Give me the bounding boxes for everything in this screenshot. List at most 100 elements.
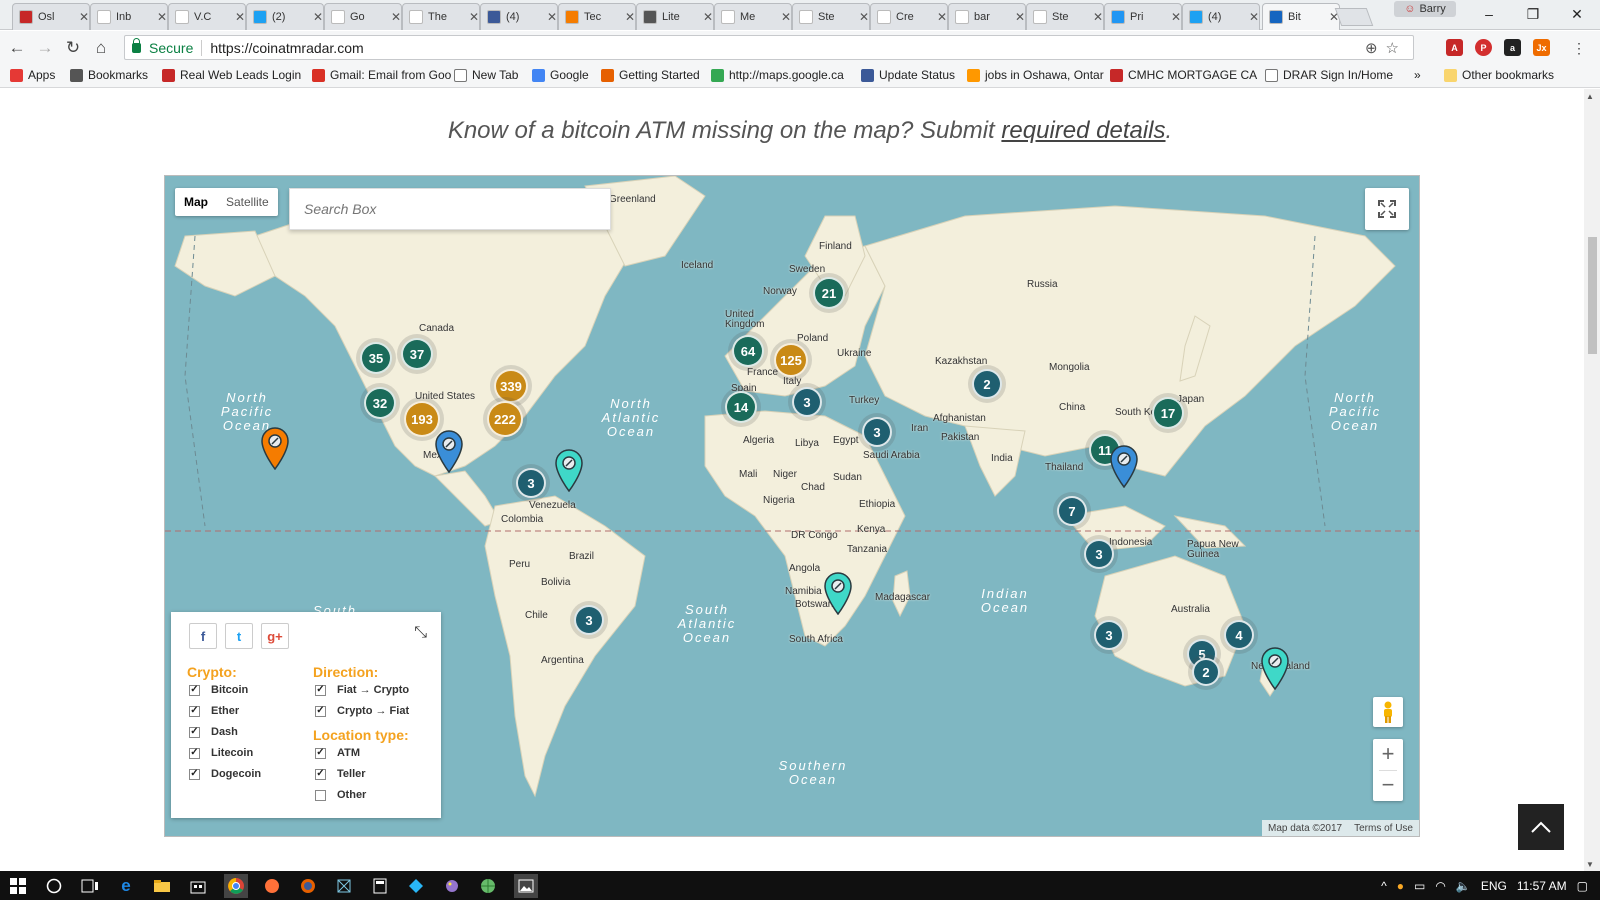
checkbox[interactable]: ✓ — [315, 705, 326, 717]
bookmark-item[interactable]: Getting Started — [601, 68, 700, 82]
tab-close-icon[interactable]: ✕ — [79, 10, 89, 24]
atm-cluster-marker[interactable]: 2 — [972, 369, 1002, 399]
browser-tab[interactable]: Ste ✕ — [792, 3, 870, 30]
volume-icon[interactable]: 🔈 — [1456, 879, 1471, 893]
tray-chevron-icon[interactable]: ^ — [1381, 879, 1387, 893]
bookmark-item[interactable]: CMHC MORTGAGE CA — [1110, 68, 1257, 82]
jx-extension-icon[interactable]: Jx — [1533, 39, 1550, 56]
browser-tab[interactable]: V.C ✕ — [168, 3, 246, 30]
profile-button[interactable]: ☺ Barry — [1394, 1, 1456, 17]
bookmark-item[interactable]: jobs in Oshawa, Ontar — [967, 68, 1104, 82]
crypto-filter-dash[interactable]: ✓ Dash — [189, 726, 238, 738]
back-button[interactable]: ← — [6, 37, 28, 59]
store-icon[interactable] — [188, 876, 208, 896]
tab-close-icon[interactable]: ✕ — [313, 10, 323, 24]
tab-close-icon[interactable]: ✕ — [469, 10, 479, 24]
atm-pin-icon[interactable] — [1109, 444, 1139, 489]
atm-cluster-marker[interactable]: 125 — [774, 343, 808, 377]
direction-filter-crypto-fiat[interactable]: ✓ Crypto → Fiat — [315, 705, 409, 717]
amazon-extension-icon[interactable]: a — [1504, 39, 1521, 56]
atm-cluster-marker[interactable]: 3 — [516, 468, 546, 498]
calculator-icon[interactable] — [370, 876, 390, 896]
chrome-taskbar-icon[interactable] — [224, 874, 248, 898]
atm-pin-icon[interactable] — [554, 448, 584, 493]
tab-close-icon[interactable]: ✕ — [1093, 10, 1103, 24]
close-window-button[interactable]: ✕ — [1562, 4, 1592, 24]
browser-tab[interactable]: Cre ✕ — [870, 3, 948, 30]
atm-pin-icon[interactable] — [260, 426, 290, 471]
checkbox[interactable]: ✓ — [189, 747, 200, 759]
checkbox[interactable]: ✓ — [189, 684, 200, 696]
page-scrollbar[interactable] — [1584, 89, 1600, 871]
bookmark-item[interactable]: Bookmarks — [70, 68, 148, 82]
file-explorer-icon[interactable] — [152, 876, 172, 896]
firefox-icon[interactable] — [298, 876, 318, 896]
browser-tab[interactable]: Pri ✕ — [1104, 3, 1182, 30]
atm-cluster-marker[interactable]: 222 — [487, 401, 523, 437]
browser-tab[interactable]: Osl ✕ — [12, 3, 90, 30]
bookmark-item[interactable]: http://maps.google.ca — [711, 68, 844, 82]
atm-pin-icon[interactable] — [1260, 646, 1290, 691]
required-details-link[interactable]: required details — [1001, 117, 1165, 144]
bookmark-item[interactable]: DRAR Sign In/Home — [1265, 68, 1393, 82]
forward-button[interactable]: → — [34, 37, 56, 59]
atm-cluster-marker[interactable]: 2 — [1192, 658, 1220, 686]
bookmark-item[interactable]: Real Web Leads Login — [162, 68, 301, 82]
battery-icon[interactable]: ▭ — [1414, 879, 1425, 893]
atm-cluster-marker[interactable]: 7 — [1057, 496, 1087, 526]
cortana-search-icon[interactable] — [44, 876, 64, 896]
checkbox[interactable]: ✓ — [315, 684, 326, 696]
browser-tab[interactable]: (2) ✕ — [246, 3, 324, 30]
atm-cluster-marker[interactable]: 3 — [792, 387, 822, 417]
facebook-share-button[interactable]: f — [189, 623, 217, 649]
edge-browser-icon[interactable]: e — [116, 876, 136, 896]
tray-app-icon[interactable]: ● — [1397, 879, 1404, 893]
tab-close-icon[interactable]: ✕ — [1249, 10, 1259, 24]
atm-cluster-marker[interactable]: 64 — [732, 335, 764, 367]
atm-cluster-marker[interactable]: 37 — [401, 338, 433, 370]
crypto-filter-ether[interactable]: ✓ Ether — [189, 705, 239, 717]
atm-cluster-marker[interactable]: 35 — [360, 342, 392, 374]
app-icon-grid[interactable] — [334, 876, 354, 896]
browser-tab[interactable]: Ste ✕ — [1026, 3, 1104, 30]
map-type-satellite-button[interactable]: Satellite — [217, 188, 278, 216]
zoom-out-button[interactable]: − — [1373, 770, 1403, 801]
bookmark-item[interactable]: Apps — [10, 68, 55, 82]
browser-tab[interactable]: bar ✕ — [948, 3, 1026, 30]
scroll-to-top-button[interactable] — [1518, 804, 1564, 850]
photos-app-icon[interactable] — [514, 874, 538, 898]
atm-cluster-marker[interactable]: 14 — [725, 391, 757, 423]
bookmark-item[interactable]: Gmail: Email from Goo — [312, 68, 451, 82]
browser-tab[interactable]: Inb ✕ — [90, 3, 168, 30]
browser-tab[interactable]: The ✕ — [402, 3, 480, 30]
atm-cluster-marker[interactable]: 339 — [494, 369, 528, 403]
checkbox[interactable]: ✓ — [315, 768, 326, 780]
browser-tab[interactable]: Me ✕ — [714, 3, 792, 30]
new-tab-button[interactable] — [1334, 8, 1374, 26]
maximize-button[interactable]: ❐ — [1518, 4, 1548, 24]
map-type-control[interactable]: Map Satellite — [175, 188, 278, 216]
browser-tab[interactable]: Lite ✕ — [636, 3, 714, 30]
atm-cluster-marker[interactable]: 3 — [1084, 539, 1114, 569]
atm-cluster-marker[interactable]: 3 — [1094, 620, 1124, 650]
atm-cluster-marker[interactable]: 17 — [1152, 397, 1184, 429]
checkbox[interactable]: ✓ — [189, 705, 200, 717]
bookmark-item[interactable]: Google — [532, 68, 589, 82]
menu-kebab-icon[interactable]: ⋮ — [1568, 37, 1590, 59]
direction-filter-fiat-crypto[interactable]: ✓ Fiat → Crypto — [315, 684, 409, 696]
reload-button[interactable]: ↻ — [62, 37, 84, 59]
crypto-filter-bitcoin[interactable]: ✓ Bitcoin — [189, 684, 248, 696]
scroll-up-arrow[interactable]: ▲ — [1586, 92, 1594, 101]
tab-close-icon[interactable]: ✕ — [859, 10, 869, 24]
bookmark-item[interactable]: New Tab — [454, 68, 518, 82]
atm-cluster-marker[interactable]: 32 — [364, 387, 396, 419]
twitter-share-button[interactable]: t — [225, 623, 253, 649]
bookmark-item[interactable]: Update Status — [861, 68, 955, 82]
other-bookmarks-folder[interactable]: Other bookmarks — [1444, 68, 1554, 82]
google-plus-share-button[interactable]: g+ — [261, 623, 289, 649]
bookmark-star-icon[interactable]: ⊕☆ — [1365, 39, 1407, 57]
location-filter-atm[interactable]: ✓ ATM — [315, 747, 360, 759]
street-view-pegman-button[interactable] — [1373, 697, 1403, 727]
language-indicator[interactable]: ENG — [1481, 879, 1507, 893]
crypto-filter-dogecoin[interactable]: ✓ Dogecoin — [189, 768, 261, 780]
